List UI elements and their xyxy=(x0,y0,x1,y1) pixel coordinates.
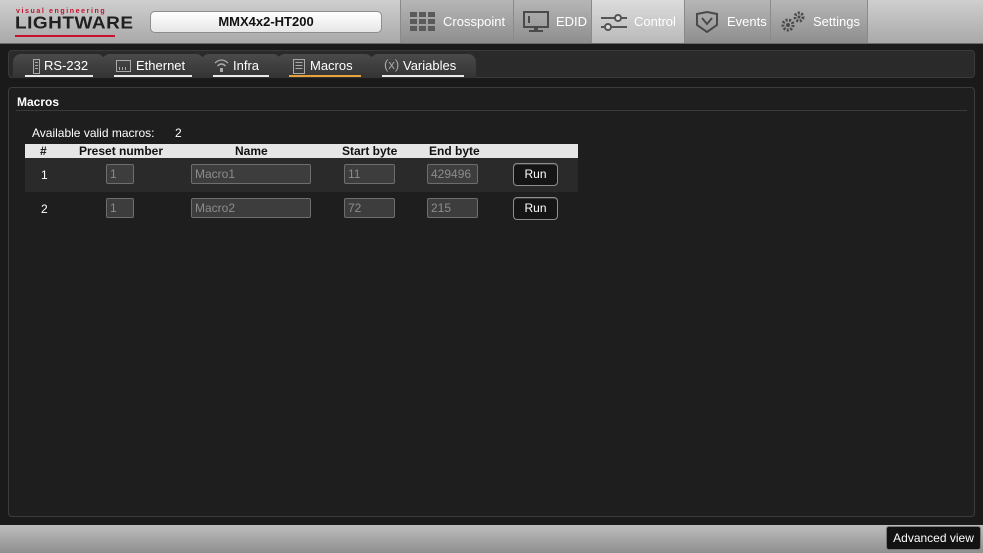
macros-table: # Preset number Name Start byte End byte… xyxy=(25,144,578,226)
macros-panel: Macros Available valid macros: 2 # Prese… xyxy=(8,87,975,517)
advanced-view-button[interactable]: Advanced view xyxy=(886,526,981,550)
subtab-rs232-underline xyxy=(25,75,93,77)
subtab-infra-underline xyxy=(213,75,269,77)
available-macros-count: 2 xyxy=(175,126,182,140)
subtab-ethernet-underline xyxy=(114,75,192,77)
subtab-infra[interactable]: Infra xyxy=(201,54,281,78)
nav-settings-label: Settings xyxy=(813,14,860,29)
logo-underline xyxy=(15,35,115,37)
lightware-logo: visual engineering LIGHTWARE xyxy=(15,8,133,37)
nav-control[interactable]: Control xyxy=(591,0,684,43)
run-button[interactable]: Run xyxy=(513,163,558,186)
device-name-label: MMX4x2-HT200 xyxy=(150,11,382,33)
nav-settings[interactable]: Settings xyxy=(770,0,868,43)
nav-events-label: Events xyxy=(727,14,767,29)
subtab-ethernet-label: Ethernet xyxy=(136,58,186,73)
nav-edid[interactable]: EDID xyxy=(513,0,591,43)
variable-x-icon: (x) xyxy=(384,57,400,72)
nav-edid-label: EDID xyxy=(556,14,588,29)
events-icon xyxy=(694,10,720,33)
main-nav: Crosspoint EDID Control Events Settings xyxy=(400,0,868,43)
available-macros-label: Available valid macros: xyxy=(32,126,155,140)
subtab-infra-label: Infra xyxy=(233,58,260,73)
subtab-variables-underline xyxy=(382,75,464,77)
panel-title: Macros xyxy=(17,95,60,109)
preset-number-input[interactable]: 1 xyxy=(106,164,134,184)
col-name: Name xyxy=(235,144,268,158)
subtab-ethernet[interactable]: Ethernet xyxy=(102,54,204,78)
table-header: # Preset number Name Start byte End byte xyxy=(25,144,578,158)
start-byte-input[interactable]: 11 xyxy=(344,164,395,184)
subtab-variables[interactable]: (x) Variables xyxy=(370,54,476,78)
subtab-macros-underline xyxy=(289,75,361,77)
col-preset-number: Preset number xyxy=(79,144,164,158)
logo-text: LIGHTWARE xyxy=(15,14,134,33)
col-end-byte: End byte xyxy=(429,144,480,158)
sliders-icon xyxy=(601,11,627,33)
control-subtab-bar: RS-232 Ethernet Infra Macros (x) Variabl… xyxy=(8,50,975,78)
macro-name-input[interactable]: Macro2 xyxy=(191,198,311,218)
nav-events[interactable]: Events xyxy=(684,0,770,43)
nav-crosspoint-label: Crosspoint xyxy=(443,14,506,29)
row-number: 1 xyxy=(41,168,48,182)
infrared-icon xyxy=(214,58,229,76)
col-number: # xyxy=(40,144,47,158)
gears-icon xyxy=(780,11,806,33)
preset-number-input[interactable]: 1 xyxy=(106,198,134,218)
subtab-macros-label: Macros xyxy=(310,58,353,73)
subtab-rs232[interactable]: RS-232 xyxy=(13,54,105,78)
monitor-icon xyxy=(523,10,549,33)
panel-divider xyxy=(16,110,967,111)
ethernet-icon xyxy=(116,60,131,75)
subtab-variables-label: Variables xyxy=(403,58,457,73)
subtab-macros[interactable]: Macros xyxy=(277,54,373,78)
subtab-rs232-label: RS-232 xyxy=(44,58,89,73)
nav-control-label: Control xyxy=(634,14,676,29)
end-byte-input[interactable]: 429496 xyxy=(427,164,478,184)
crosspoint-grid-icon xyxy=(410,11,436,33)
macro-name-input[interactable]: Macro1 xyxy=(191,164,311,184)
start-byte-input[interactable]: 72 xyxy=(344,198,395,218)
table-row: 1 1 Macro1 11 429496 Run xyxy=(25,158,578,192)
bottom-bar: Advanced view xyxy=(0,525,983,553)
end-byte-input[interactable]: 215 xyxy=(427,198,478,218)
table-row: 2 1 Macro2 72 215 Run xyxy=(25,192,578,226)
top-header: visual engineering LIGHTWARE MMX4x2-HT20… xyxy=(0,0,983,44)
row-number: 2 xyxy=(41,202,48,216)
run-button[interactable]: Run xyxy=(513,197,558,220)
nav-crosspoint[interactable]: Crosspoint xyxy=(400,0,513,43)
col-start-byte: Start byte xyxy=(342,144,398,158)
